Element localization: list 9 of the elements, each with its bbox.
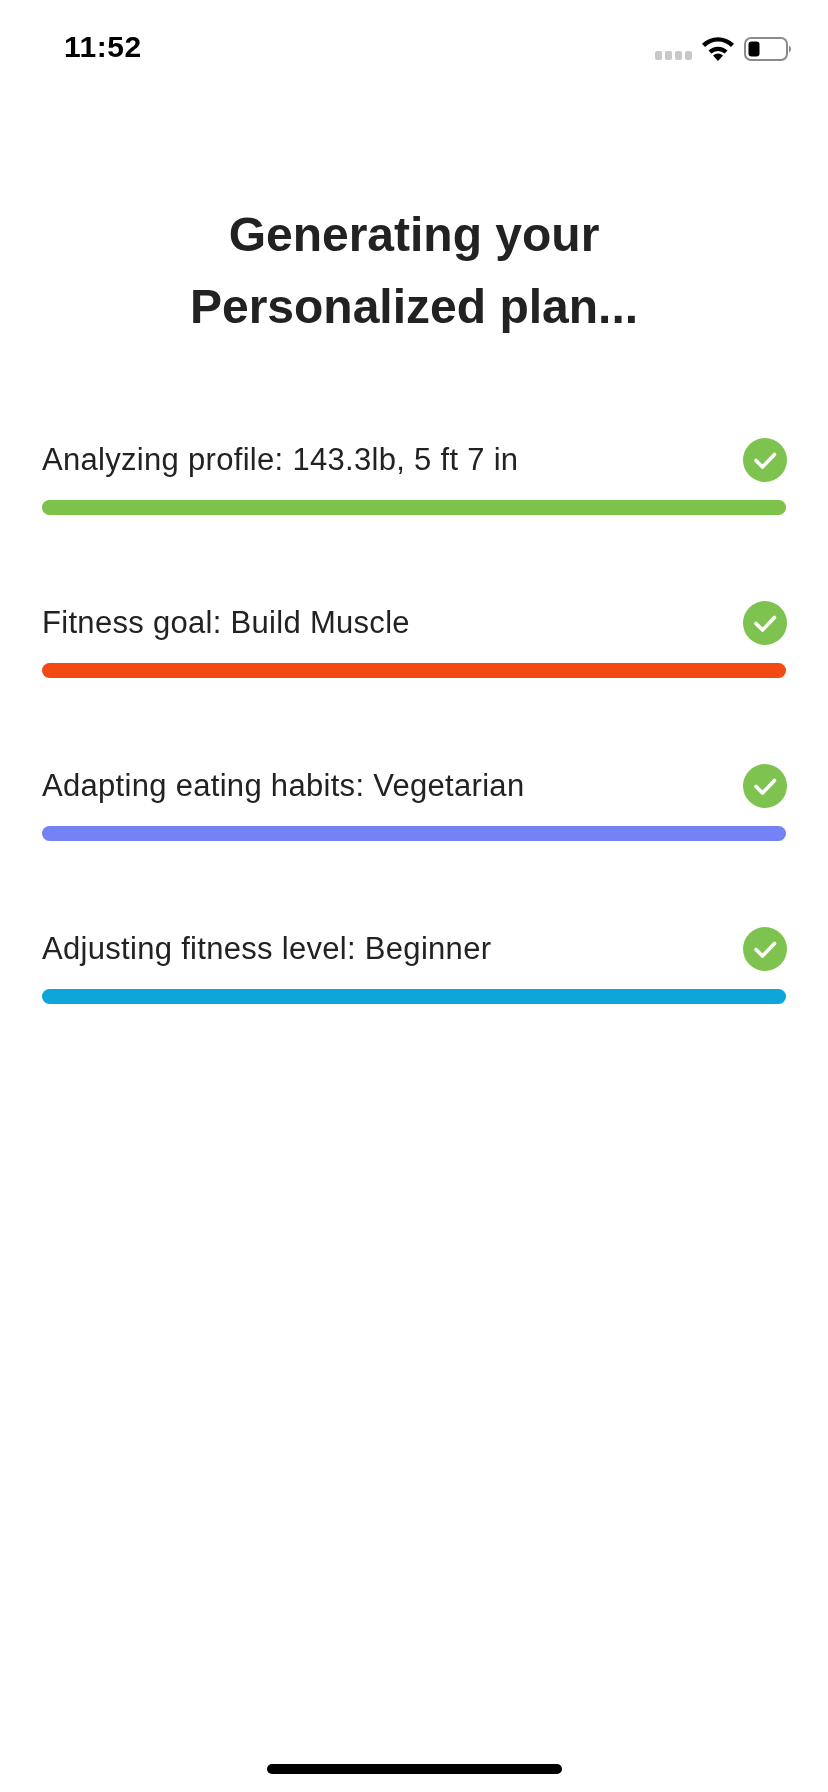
- battery-icon: [744, 37, 792, 61]
- status-time: 11:52: [64, 30, 142, 64]
- step-label: Adapting eating habits: Vegetarian: [42, 768, 525, 804]
- screen-title: Generating your Personalized plan...: [188, 207, 640, 335]
- signal-icon: [655, 50, 692, 60]
- step-label: Analyzing profile: 143.3lb, 5 ft 7 in: [42, 442, 519, 478]
- step-label: Fitness goal: Build Muscle: [42, 605, 410, 641]
- step-label: Adjusting fitness level: Beginner: [42, 931, 492, 967]
- wifi-icon: [702, 37, 734, 61]
